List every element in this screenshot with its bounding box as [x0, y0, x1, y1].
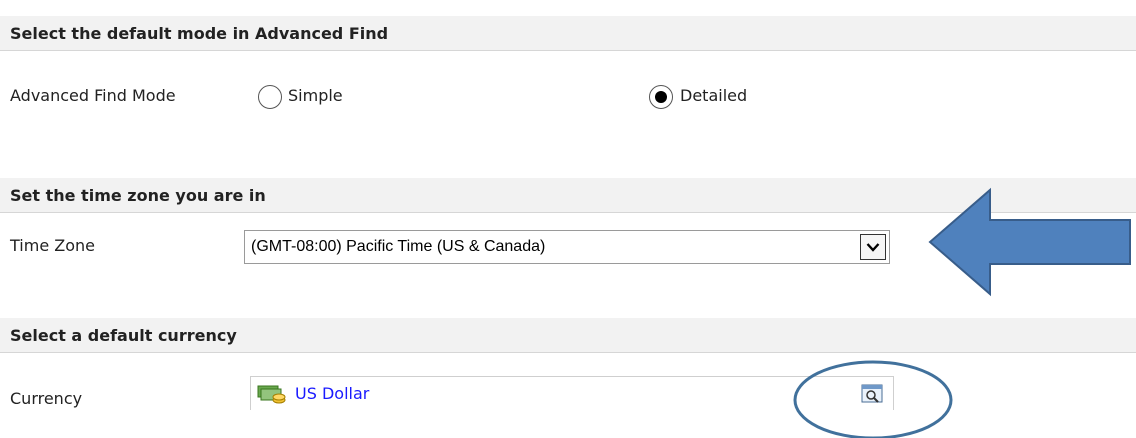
section-title: Set the time zone you are in: [10, 185, 266, 205]
section-title: Select the default mode in Advanced Find: [10, 23, 389, 43]
currency-value[interactable]: US Dollar: [295, 384, 861, 403]
currency-icon: [257, 385, 286, 403]
detailed-radio[interactable]: [649, 85, 673, 109]
section-header-currency: Select a default currency: [0, 318, 1136, 353]
arrow-annotation: [928, 187, 1131, 297]
simple-radio[interactable]: [258, 85, 282, 109]
radio-selected-dot: [655, 91, 667, 103]
dropdown-button[interactable]: [860, 234, 886, 260]
detailed-radio-label[interactable]: Detailed: [680, 86, 747, 105]
section-title: Select a default currency: [10, 325, 237, 345]
section-header-advanced-find: Select the default mode in Advanced Find: [0, 16, 1136, 51]
chevron-down-icon: [866, 243, 880, 252]
circle-annotation: [793, 360, 953, 438]
advanced-find-mode-label: Advanced Find Mode: [10, 86, 176, 105]
time-zone-select[interactable]: (GMT-08:00) Pacific Time (US & Canada): [244, 230, 890, 264]
time-zone-value: (GMT-08:00) Pacific Time (US & Canada): [251, 238, 546, 255]
currency-label: Currency: [10, 389, 83, 408]
simple-radio-label[interactable]: Simple: [288, 86, 343, 105]
time-zone-label: Time Zone: [10, 236, 95, 255]
